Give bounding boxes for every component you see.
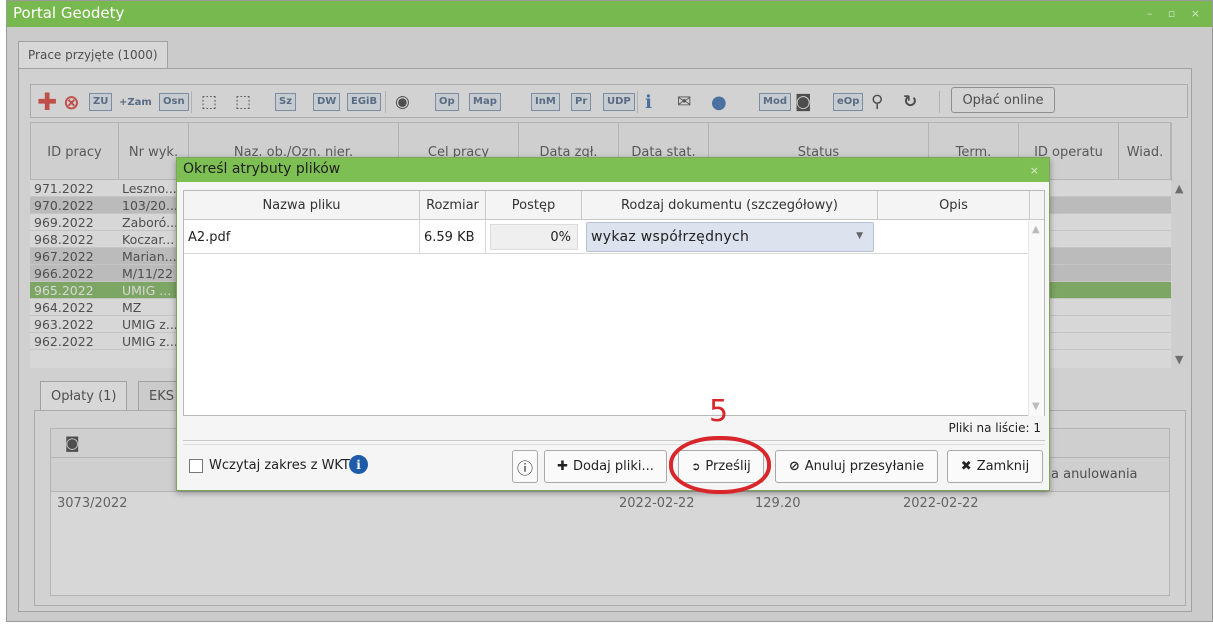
step-annotation-ring xyxy=(669,436,771,494)
scroll-down-icon[interactable]: ▼ xyxy=(1032,401,1040,412)
step-annotation-number: 5 xyxy=(709,394,729,429)
col-nazwa-pliku[interactable]: Nazwa pliku xyxy=(184,191,420,220)
files-table-header: Nazwa pliku Rozmiar Postęp Rodzaj dokume… xyxy=(184,191,1044,220)
description-field[interactable] xyxy=(878,220,1030,254)
window-title: Portal Geodety xyxy=(13,4,125,22)
col-postep[interactable]: Postęp xyxy=(486,191,582,220)
divider xyxy=(183,440,1045,441)
col-rozmiar[interactable]: Rozmiar xyxy=(420,191,486,220)
col-opis[interactable]: Opis xyxy=(878,191,1030,220)
files-table-scrollbar[interactable]: ▲ ▼ xyxy=(1028,220,1044,416)
upload-progress-bar: 0% xyxy=(490,224,578,250)
wkt-checkbox[interactable] xyxy=(189,459,203,473)
file-size: 6.59 KB xyxy=(420,220,486,254)
chevron-down-icon: ▼ xyxy=(856,231,863,241)
close-button[interactable]: ✖ Zamknij xyxy=(947,450,1043,483)
ban-icon: ⊘ xyxy=(788,459,800,474)
close-icon[interactable]: × xyxy=(1030,164,1039,177)
file-row[interactable]: A2.pdf 6.59 KB 0% wykaz współrzędnych ▼ xyxy=(184,220,1044,254)
wkt-checkbox-label[interactable]: Wczytaj zakres z WKT xyxy=(209,458,350,473)
window-controls[interactable]: – ▫ × xyxy=(1147,7,1206,20)
dialog-titlebar[interactable]: Określ atrybuty plików × xyxy=(177,158,1049,182)
info-button[interactable]: ⓘ xyxy=(512,450,538,483)
col-rodzaj-dokumentu[interactable]: Rodzaj dokumentu (szczegółowy) xyxy=(582,191,878,220)
dialog-title: Określ atrybuty plików xyxy=(183,161,341,177)
document-type-select[interactable]: wykaz współrzędnych ▼ xyxy=(586,222,874,252)
info-icon[interactable]: i xyxy=(349,455,368,474)
divider xyxy=(183,444,1045,445)
scroll-up-icon[interactable]: ▲ xyxy=(1032,224,1040,235)
cancel-upload-button[interactable]: ⊘ Anuluj przesyłanie xyxy=(775,450,938,483)
plus-icon: ✚ xyxy=(557,459,568,474)
document-type-value: wykaz współrzędnych xyxy=(591,229,750,245)
file-name: A2.pdf xyxy=(184,220,420,254)
progress-text: 0% xyxy=(550,230,571,245)
add-files-button[interactable]: ✚ Dodaj pliki... xyxy=(544,450,667,483)
files-table: Nazwa pliku Rozmiar Postęp Rodzaj dokume… xyxy=(183,190,1045,416)
file-attributes-dialog: Określ atrybuty plików × Nazwa pliku Roz… xyxy=(176,157,1050,491)
window-titlebar[interactable]: Portal Geodety – ▫ × xyxy=(7,1,1212,27)
files-count: Pliki na liście: 1 xyxy=(948,421,1041,435)
close-icon: ✖ xyxy=(960,459,972,474)
